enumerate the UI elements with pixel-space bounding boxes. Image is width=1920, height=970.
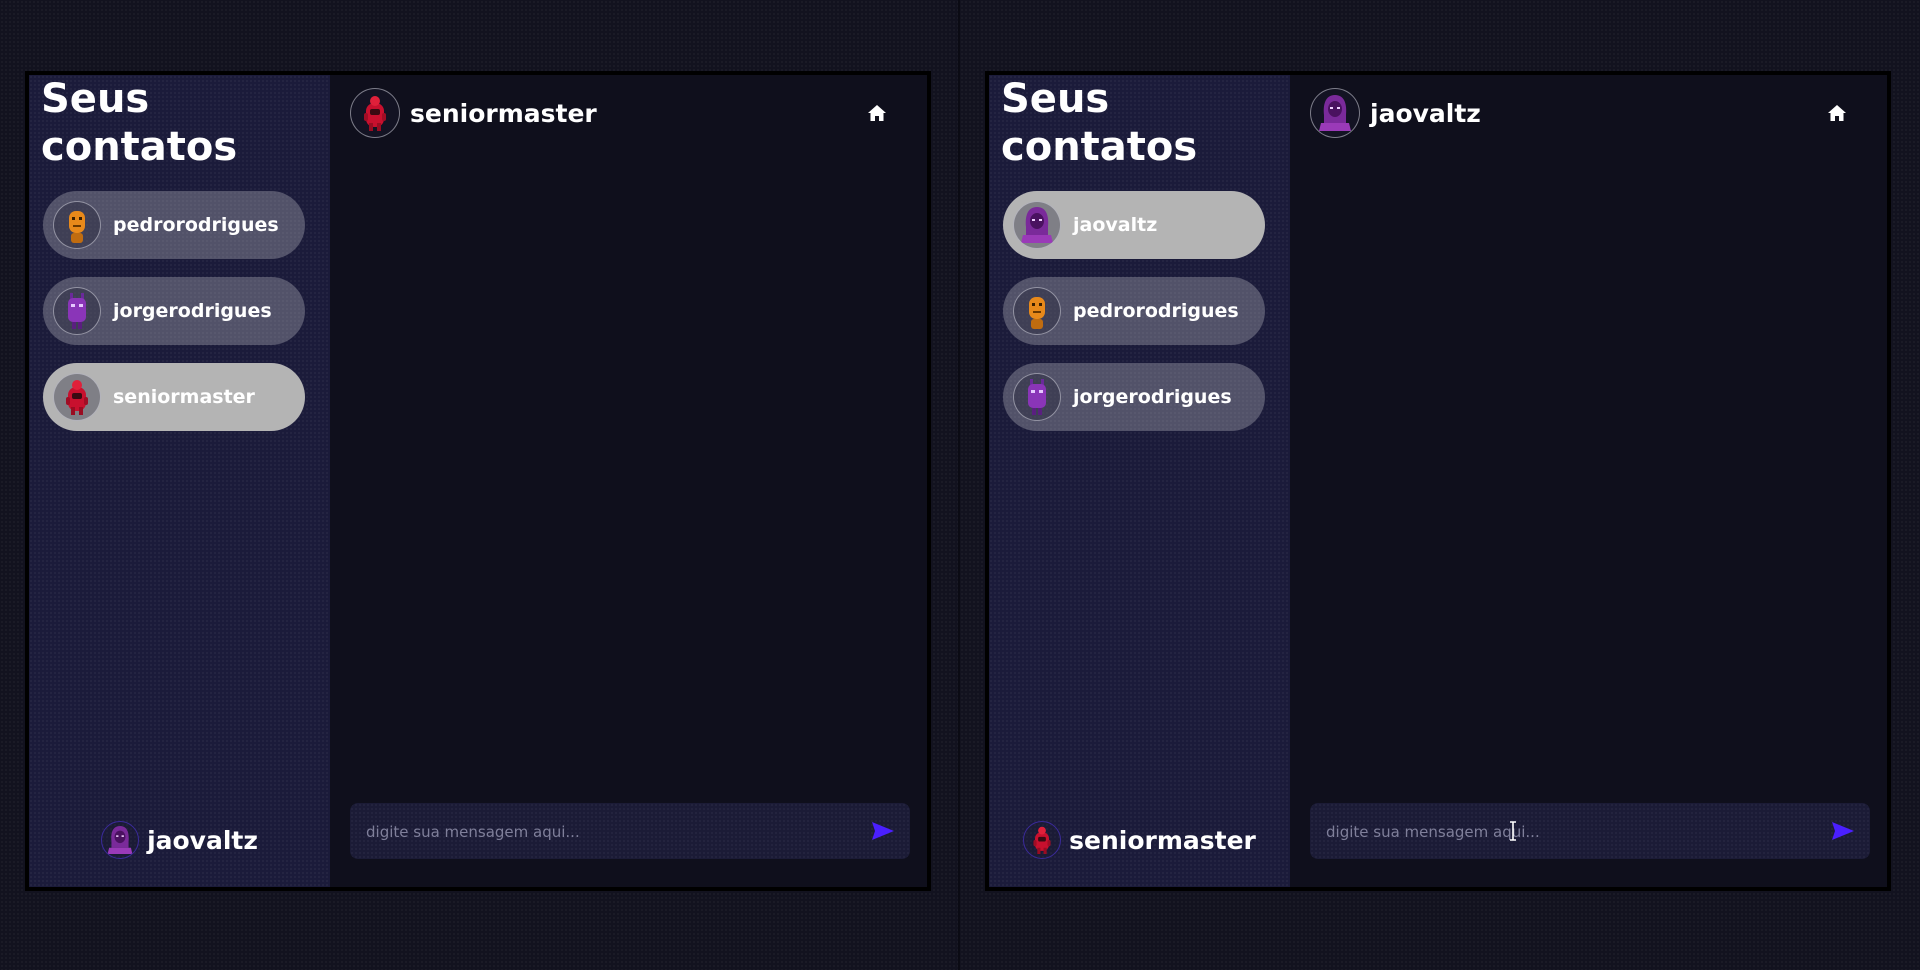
contact-item-seniormaster[interactable]: seniormaster	[43, 363, 305, 431]
purple-character-icon	[1013, 373, 1061, 421]
message-composer	[1310, 803, 1870, 861]
contact-item-jorgerodrigues[interactable]: jorgerodrigues	[1003, 363, 1265, 431]
text-cursor-icon	[1510, 821, 1516, 841]
message-input[interactable]	[364, 803, 858, 861]
contacts-sidebar: Seus contatos jaovaltz pedrorodrigues jo…	[989, 75, 1290, 887]
sidebar-title-line2: contatos	[1001, 124, 1198, 170]
contact-name: pedrorodrigues	[113, 214, 279, 236]
home-icon[interactable]	[1825, 101, 1849, 125]
chat-panel: seniormaster	[330, 75, 927, 887]
chat-panel: jaovaltz	[1290, 75, 1887, 887]
contact-name: seniormaster	[113, 386, 255, 408]
send-arrow-icon[interactable]	[870, 818, 896, 844]
purple-hooded-character-icon	[1310, 88, 1360, 138]
current-user-name: seniormaster	[1069, 825, 1256, 855]
contact-list: jaovaltz pedrorodrigues jorgerodrigues	[1003, 191, 1265, 449]
contacts-sidebar: Seus contatos pedrorodrigues jorgerodrig…	[29, 75, 330, 887]
purple-hooded-character-icon	[101, 821, 140, 859]
sidebar-title: Seus contatos	[41, 75, 237, 171]
sidebar-title-line1: Seus	[41, 76, 150, 122]
contact-list: pedrorodrigues jorgerodrigues seniormast…	[43, 191, 305, 449]
contact-name: jorgerodrigues	[113, 300, 272, 322]
message-composer	[350, 803, 910, 861]
chat-header: seniormaster	[350, 88, 889, 138]
sidebar-title-line2: contatos	[41, 124, 238, 170]
screen-divider	[958, 0, 960, 970]
chat-contact-name: seniormaster	[410, 98, 597, 128]
sidebar-title-line1: Seus	[1001, 76, 1110, 122]
current-user-name: jaovaltz	[147, 825, 258, 855]
contact-name: jorgerodrigues	[1073, 386, 1232, 408]
contact-name: pedrorodrigues	[1073, 300, 1239, 322]
purple-character-icon	[53, 287, 101, 335]
contact-item-jorgerodrigues[interactable]: jorgerodrigues	[43, 277, 305, 345]
purple-hooded-character-icon	[1013, 201, 1061, 249]
sidebar-title: Seus contatos	[1001, 75, 1197, 171]
contact-item-pedrorodrigues[interactable]: pedrorodrigues	[43, 191, 305, 259]
orange-character-icon	[53, 201, 101, 249]
current-user: seniormaster	[989, 821, 1290, 859]
contact-item-pedrorodrigues[interactable]: pedrorodrigues	[1003, 277, 1265, 345]
contact-name: jaovaltz	[1073, 214, 1158, 236]
chat-contact-name: jaovaltz	[1370, 98, 1481, 128]
send-arrow-icon[interactable]	[1830, 818, 1856, 844]
current-user: jaovaltz	[29, 821, 330, 859]
red-character-icon	[53, 373, 101, 421]
home-icon[interactable]	[865, 101, 889, 125]
chat-window-right: Seus contatos jaovaltz pedrorodrigues jo…	[985, 71, 1891, 891]
red-character-icon	[350, 88, 400, 138]
contact-item-jaovaltz[interactable]: jaovaltz	[1003, 191, 1265, 259]
message-input[interactable]	[1324, 803, 1818, 861]
chat-header: jaovaltz	[1310, 88, 1849, 138]
red-character-icon	[1023, 821, 1062, 859]
orange-character-icon	[1013, 287, 1061, 335]
chat-window-left: Seus contatos pedrorodrigues jorgerodrig…	[25, 71, 931, 891]
